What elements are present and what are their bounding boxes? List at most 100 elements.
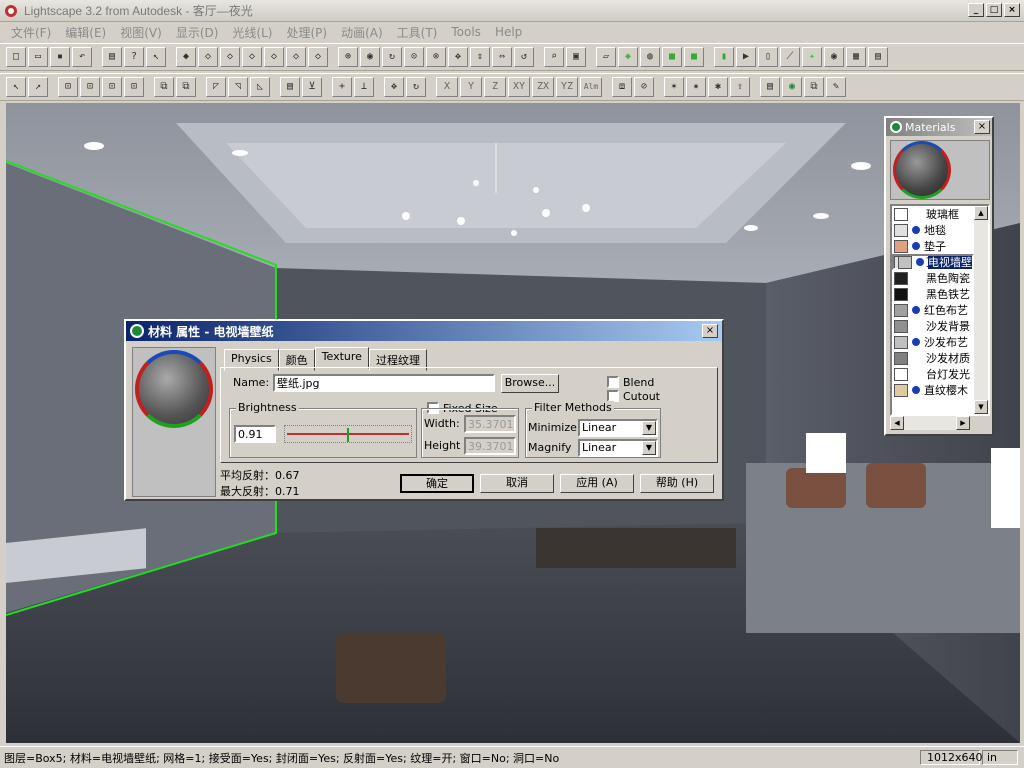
person-icon[interactable]: ✱ bbox=[708, 77, 728, 97]
shade-solid-icon[interactable]: ■ bbox=[684, 47, 704, 67]
dialog-close-button[interactable]: × bbox=[702, 324, 718, 338]
brightness-field[interactable]: 0.91 bbox=[234, 425, 276, 443]
scroll-right-icon[interactable]: ▶ bbox=[956, 416, 970, 430]
rotate-icon[interactable]: ↻ bbox=[406, 77, 426, 97]
maximize-button[interactable]: □ bbox=[986, 3, 1002, 17]
view-cube-2-icon[interactable]: ◇ bbox=[220, 47, 240, 67]
blend-checkbox[interactable] bbox=[607, 376, 619, 388]
layer-icon[interactable]: ▦ bbox=[846, 47, 866, 67]
tilt-icon[interactable]: ⇔ bbox=[492, 47, 512, 67]
orbit-icon[interactable]: ↺ bbox=[514, 47, 534, 67]
clipboard-icon[interactable]: ▤ bbox=[280, 77, 300, 97]
run-person-icon[interactable]: ✷ bbox=[686, 77, 706, 97]
select-surface-icon[interactable]: ◸ bbox=[206, 77, 226, 97]
menu-edit[interactable]: 编辑(E) bbox=[60, 24, 111, 41]
select-object-icon[interactable]: ◺ bbox=[250, 77, 270, 97]
view-cube-5-icon[interactable]: ◇ bbox=[286, 47, 306, 67]
material-icon[interactable]: ◉ bbox=[824, 47, 844, 67]
view-cube-1-icon[interactable]: ◇ bbox=[198, 47, 218, 67]
plane-yz-button[interactable]: YZ bbox=[556, 77, 578, 97]
layers-icon[interactable]: ▤ bbox=[760, 77, 780, 97]
menu-animation[interactable]: 动画(A) bbox=[336, 24, 388, 41]
cancel-button[interactable]: 取消 bbox=[480, 474, 554, 493]
light-1-icon[interactable]: ▮ bbox=[714, 47, 734, 67]
select-vertex-icon[interactable]: ◹ bbox=[228, 77, 248, 97]
block-icon[interactable]: ⧉ bbox=[804, 77, 824, 97]
light-3-icon[interactable]: ▯ bbox=[758, 47, 778, 67]
menu-light[interactable]: 光线(L) bbox=[227, 24, 277, 41]
print-icon[interactable]: ▤ bbox=[102, 47, 122, 67]
magnify-select[interactable]: Linear ▼ bbox=[578, 439, 658, 457]
materials-vscroll[interactable]: ▲ ▼ bbox=[974, 206, 988, 414]
width-field[interactable]: 35.3701 bbox=[464, 415, 516, 433]
menu-process[interactable]: 处理(P) bbox=[281, 24, 332, 41]
ok-button[interactable]: 确定 bbox=[400, 474, 474, 493]
help-icon[interactable]: ? bbox=[124, 47, 144, 67]
select-box-1-icon[interactable]: ⊡ bbox=[58, 77, 78, 97]
brightness-slider[interactable] bbox=[284, 425, 412, 443]
light-2-icon[interactable]: ▶ bbox=[736, 47, 756, 67]
view-cube-6-icon[interactable]: ◇ bbox=[308, 47, 328, 67]
menu-tools[interactable]: Tools bbox=[446, 25, 486, 39]
plane-zx-button[interactable]: ZX bbox=[532, 77, 554, 97]
material-globe-icon[interactable]: ◉ bbox=[782, 77, 802, 97]
eye-icon[interactable]: ◉ bbox=[360, 47, 380, 67]
view-cube-3-icon[interactable]: ◇ bbox=[242, 47, 262, 67]
context-help-icon[interactable]: ↖ bbox=[146, 47, 166, 67]
scroll-left-icon[interactable]: ◀ bbox=[890, 416, 904, 430]
shade-wire-icon[interactable]: ▱ bbox=[596, 47, 616, 67]
open-folder-icon[interactable]: ▭ bbox=[28, 47, 48, 67]
snap-icon[interactable]: ⧈ bbox=[612, 77, 632, 97]
light-4-icon[interactable]: ⟋ bbox=[780, 47, 800, 67]
material-list-item[interactable]: 电视墙壁 bbox=[892, 254, 974, 270]
copy-icon[interactable]: ⧉ bbox=[154, 77, 174, 97]
zoom-window-icon[interactable]: ⊚ bbox=[426, 47, 446, 67]
tab-texture[interactable]: Texture bbox=[314, 347, 369, 369]
pointer-icon[interactable]: ↖ bbox=[6, 77, 26, 97]
select-box-4-icon[interactable]: ⊡ bbox=[124, 77, 144, 97]
move-icon[interactable]: ✥ bbox=[384, 77, 404, 97]
menu-display[interactable]: 显示(D) bbox=[171, 24, 224, 41]
browse-button[interactable]: Browse... bbox=[501, 374, 559, 393]
add-icon[interactable]: + bbox=[332, 77, 352, 97]
menu-help[interactable]: Help bbox=[490, 25, 527, 39]
help-button[interactable]: 帮助 (H) bbox=[640, 474, 714, 493]
axis-z-button[interactable]: Z bbox=[484, 77, 506, 97]
tree-icon[interactable]: ⊥ bbox=[354, 77, 374, 97]
settings-icon[interactable]: ▤ bbox=[868, 47, 888, 67]
plane-xy-button[interactable]: XY bbox=[508, 77, 530, 97]
scroll-down-icon[interactable]: ▼ bbox=[974, 400, 988, 414]
light-source-icon[interactable]: ✎ bbox=[826, 77, 846, 97]
pan-icon[interactable]: ✥ bbox=[448, 47, 468, 67]
view-cube-4-icon[interactable]: ◇ bbox=[264, 47, 284, 67]
pointer-query-icon[interactable]: ↗ bbox=[28, 77, 48, 97]
align-button[interactable]: Alm bbox=[580, 77, 602, 97]
link-icon[interactable]: ⊘ bbox=[634, 77, 654, 97]
select-box-2-icon[interactable]: ⊡ bbox=[80, 77, 100, 97]
walk-person-icon[interactable]: ✶ bbox=[664, 77, 684, 97]
magnify-icon[interactable]: ⌕ bbox=[544, 47, 564, 67]
new-file-icon[interactable]: □ bbox=[6, 47, 26, 67]
zoom-extents-icon[interactable]: ⊕ bbox=[338, 47, 358, 67]
shade-flat-icon[interactable]: ◈ bbox=[618, 47, 638, 67]
filter-icon[interactable]: ⊻ bbox=[302, 77, 322, 97]
select-box-3-icon[interactable]: ⊡ bbox=[102, 77, 122, 97]
walk-icon[interactable]: ↻ bbox=[382, 47, 402, 67]
minimize-button[interactable]: _ bbox=[968, 3, 984, 17]
axis-x-button[interactable]: X bbox=[436, 77, 458, 97]
name-field[interactable]: 壁纸.jpg bbox=[273, 374, 495, 392]
close-button[interactable]: × bbox=[1004, 3, 1020, 17]
materials-list[interactable]: 玻璃框地毯垫子电视墙壁顶棚装饰黑色陶瓷黑色铁艺红色布艺沙发背景沙发布艺沙发材质台… bbox=[890, 204, 990, 416]
menu-tools-cn[interactable]: 工具(T) bbox=[392, 24, 443, 41]
materials-close-button[interactable]: × bbox=[974, 120, 990, 134]
materials-hscroll[interactable]: ◀ ▶ bbox=[890, 416, 970, 430]
axis-y-button[interactable]: Y bbox=[460, 77, 482, 97]
scroll-up-icon[interactable]: ▲ bbox=[974, 206, 988, 220]
menu-view[interactable]: 视图(V) bbox=[115, 24, 167, 41]
save-icon[interactable]: ▪ bbox=[50, 47, 70, 67]
select-icon[interactable]: ◆ bbox=[176, 47, 196, 67]
scroll-track[interactable] bbox=[974, 220, 988, 400]
paste-icon[interactable]: ⧉ bbox=[176, 77, 196, 97]
undo-icon[interactable]: ↶ bbox=[72, 47, 92, 67]
slider-thumb[interactable] bbox=[347, 428, 349, 442]
